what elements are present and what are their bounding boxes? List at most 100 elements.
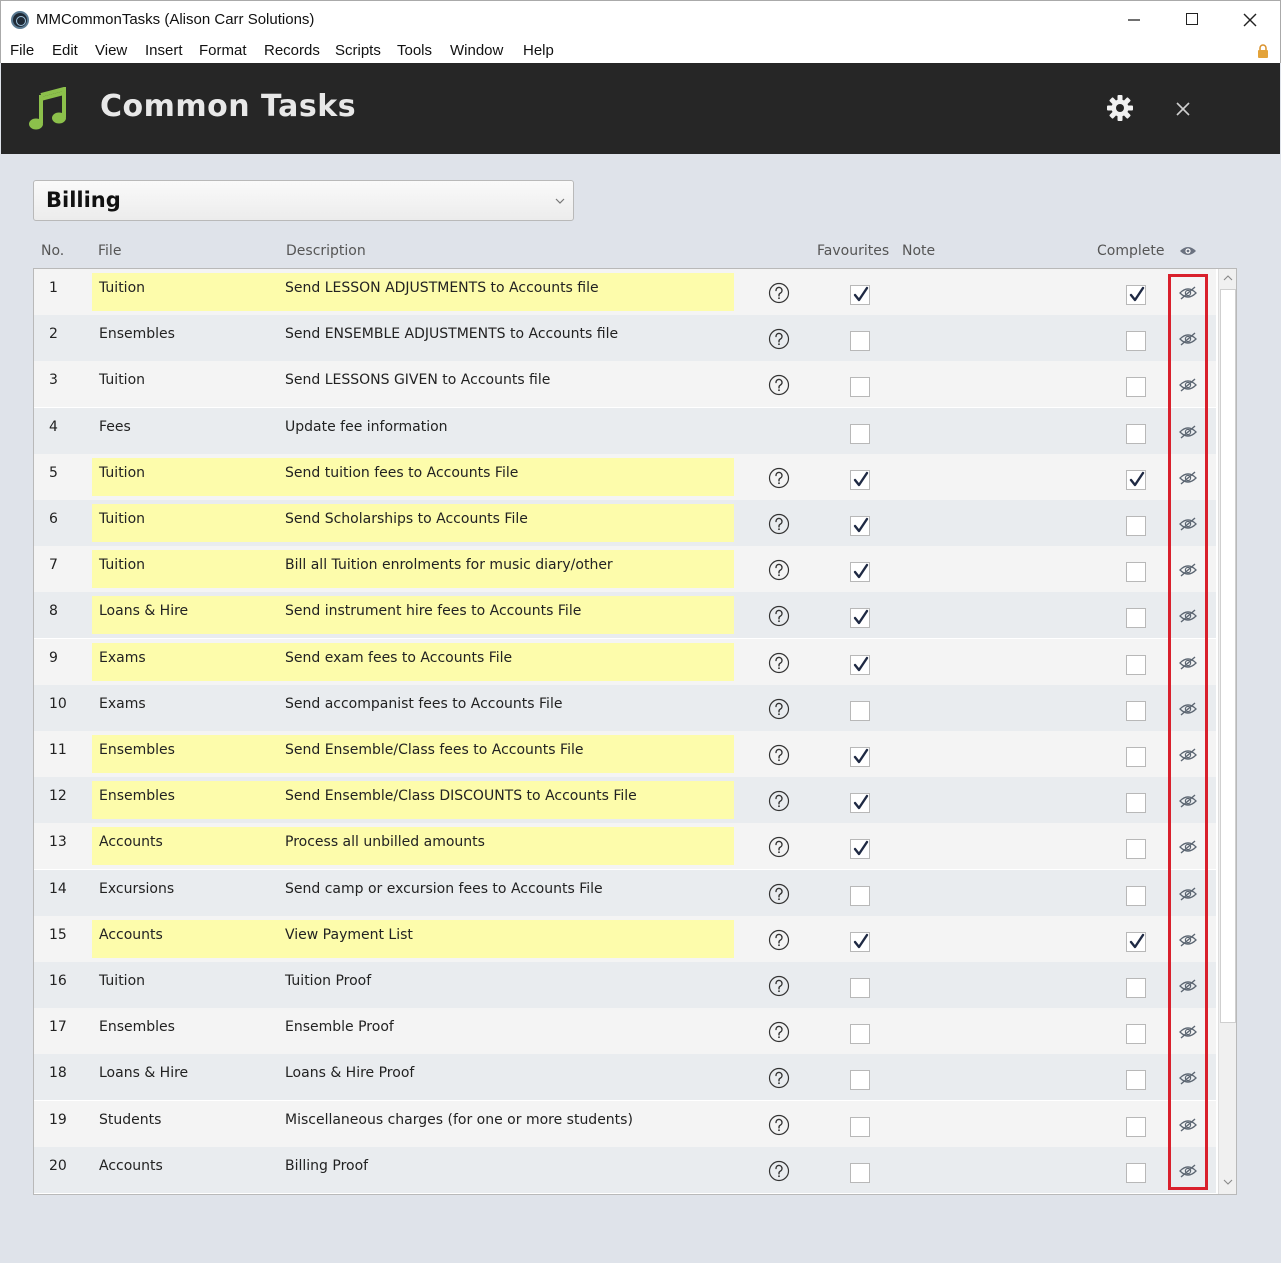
menu-insert[interactable]: Insert [145, 42, 183, 59]
complete-checkbox[interactable] [1126, 654, 1146, 675]
table-row[interactable]: 4 Fees Update fee information [34, 407, 1216, 454]
row-description[interactable]: View Payment List [285, 927, 413, 943]
table-row[interactable]: 11 Ensembles Send Ensemble/Class fees to A… [34, 731, 1216, 777]
help-icon[interactable] [768, 559, 790, 581]
complete-checkbox[interactable] [1126, 978, 1146, 998]
favourite-checkbox[interactable] [850, 516, 870, 536]
table-row[interactable]: 9 Exams Send exam fees to Accounts File [34, 638, 1216, 685]
hide-eye-icon[interactable] [1178, 331, 1198, 347]
row-file[interactable]: Ensembles [99, 742, 175, 758]
row-file[interactable]: Exams [99, 696, 146, 712]
row-file[interactable]: Tuition [99, 557, 145, 573]
eye-icon[interactable] [1179, 245, 1197, 257]
help-icon[interactable] [768, 513, 790, 535]
row-description[interactable]: Billing Proof [285, 1158, 368, 1174]
complete-checkbox[interactable] [1126, 1116, 1146, 1137]
favourite-checkbox[interactable] [850, 331, 870, 352]
menu-records[interactable]: Records [264, 42, 320, 59]
favourite-checkbox[interactable] [850, 1070, 870, 1091]
help-icon[interactable] [768, 605, 790, 627]
row-file[interactable]: Ensembles [99, 1019, 175, 1035]
favourite-checkbox[interactable] [850, 931, 870, 952]
menu-view[interactable]: View [95, 42, 127, 59]
favourite-checkbox[interactable] [850, 700, 870, 721]
scroll-up-icon[interactable] [1223, 273, 1233, 283]
complete-checkbox[interactable] [1126, 562, 1146, 583]
row-description[interactable]: Send ENSEMBLE ADJUSTMENTS to Accounts fi… [285, 326, 618, 342]
complete-checkbox[interactable] [1126, 423, 1146, 444]
category-dropdown[interactable]: Billing [33, 180, 574, 221]
favourite-checkbox[interactable] [850, 377, 870, 398]
complete-checkbox[interactable] [1126, 1162, 1146, 1183]
row-file[interactable]: Accounts [99, 834, 163, 850]
row-file[interactable]: Ensembles [99, 788, 175, 804]
table-row[interactable]: 8 Loans & Hire Send instrument hire fees t… [34, 592, 1216, 639]
row-file[interactable]: Exams [99, 650, 146, 666]
row-file[interactable]: Tuition [99, 465, 145, 481]
favourite-checkbox[interactable] [850, 1162, 870, 1183]
hide-eye-icon[interactable] [1178, 655, 1198, 671]
hide-eye-icon[interactable] [1178, 839, 1198, 855]
row-file[interactable]: Accounts [99, 1158, 163, 1174]
favourite-checkbox[interactable] [850, 793, 870, 814]
complete-checkbox[interactable] [1126, 1024, 1146, 1045]
complete-checkbox[interactable] [1126, 331, 1146, 352]
help-icon[interactable] [768, 836, 790, 858]
help-icon[interactable] [768, 1114, 790, 1136]
maximize-button[interactable] [1177, 7, 1207, 33]
row-file[interactable]: Accounts [99, 927, 163, 943]
favourite-checkbox[interactable] [850, 1116, 870, 1137]
window-close-button[interactable] [1235, 7, 1265, 33]
hide-eye-icon[interactable] [1178, 470, 1198, 486]
table-row[interactable]: 1 Tuition Send LESSON ADJUSTMENTS to Accou… [34, 269, 1216, 315]
row-description[interactable]: Send tuition fees to Accounts File [285, 465, 518, 481]
row-description[interactable]: Send instrument hire fees to Accounts Fi… [285, 603, 581, 619]
table-row[interactable]: 13 Accounts Process all unbilled amounts [34, 823, 1216, 870]
row-description[interactable]: Send Ensemble/Class fees to Accounts Fil… [285, 742, 583, 758]
row-file[interactable]: Tuition [99, 973, 145, 989]
table-row[interactable]: 17 Ensembles Ensemble Proof [34, 1008, 1216, 1055]
complete-checkbox[interactable] [1126, 793, 1146, 814]
row-file[interactable]: Excursions [99, 881, 174, 897]
complete-checkbox[interactable] [1126, 377, 1146, 398]
menu-scripts[interactable]: Scripts [335, 42, 381, 59]
table-row[interactable]: 14 Excursions Send camp or excursion fees … [34, 869, 1216, 916]
help-icon[interactable] [768, 744, 790, 766]
help-icon[interactable] [768, 929, 790, 951]
help-icon[interactable] [768, 374, 790, 396]
table-row[interactable]: 7 Tuition Bill all Tuition enrolments for … [34, 546, 1216, 593]
row-description[interactable]: Loans & Hire Proof [285, 1065, 414, 1081]
help-icon[interactable] [768, 698, 790, 720]
row-file[interactable]: Tuition [99, 280, 145, 296]
hide-eye-icon[interactable] [1178, 1024, 1198, 1040]
hide-eye-icon[interactable] [1178, 747, 1198, 763]
favourite-checkbox[interactable] [850, 654, 870, 675]
hide-eye-icon[interactable] [1178, 1117, 1198, 1133]
favourite-checkbox[interactable] [850, 423, 870, 444]
hide-eye-icon[interactable] [1178, 562, 1198, 578]
menu-file[interactable]: File [10, 42, 34, 59]
hide-eye-icon[interactable] [1178, 793, 1198, 809]
hide-eye-icon[interactable] [1178, 1070, 1198, 1086]
favourite-checkbox[interactable] [850, 469, 870, 490]
row-description[interactable]: Send camp or excursion fees to Accounts … [285, 881, 603, 897]
row-description[interactable]: Bill all Tuition enrolments for music di… [285, 557, 613, 573]
row-description[interactable]: Send exam fees to Accounts File [285, 650, 512, 666]
complete-checkbox[interactable] [1126, 608, 1146, 629]
favourite-checkbox[interactable] [850, 562, 870, 583]
table-row[interactable]: 19 Students Miscellaneous charges (for one… [34, 1100, 1216, 1147]
row-description[interactable]: Ensemble Proof [285, 1019, 394, 1035]
row-description[interactable]: Tuition Proof [285, 973, 371, 989]
table-row[interactable]: 15 Accounts View Payment List [34, 915, 1216, 962]
table-row[interactable]: 6 Tuition Send Scholarships to Accounts Fi… [34, 500, 1216, 546]
menu-edit[interactable]: Edit [52, 42, 78, 59]
help-icon[interactable] [768, 1021, 790, 1043]
hide-eye-icon[interactable] [1178, 516, 1198, 532]
hide-eye-icon[interactable] [1178, 701, 1198, 717]
row-description[interactable]: Send Ensemble/Class DISCOUNTS to Account… [285, 788, 637, 804]
favourite-checkbox[interactable] [850, 839, 870, 860]
hide-eye-icon[interactable] [1178, 1163, 1198, 1179]
row-description[interactable]: Miscellaneous charges (for one or more s… [285, 1112, 633, 1128]
help-icon[interactable] [768, 282, 790, 304]
vertical-scrollbar[interactable] [1218, 269, 1236, 1194]
